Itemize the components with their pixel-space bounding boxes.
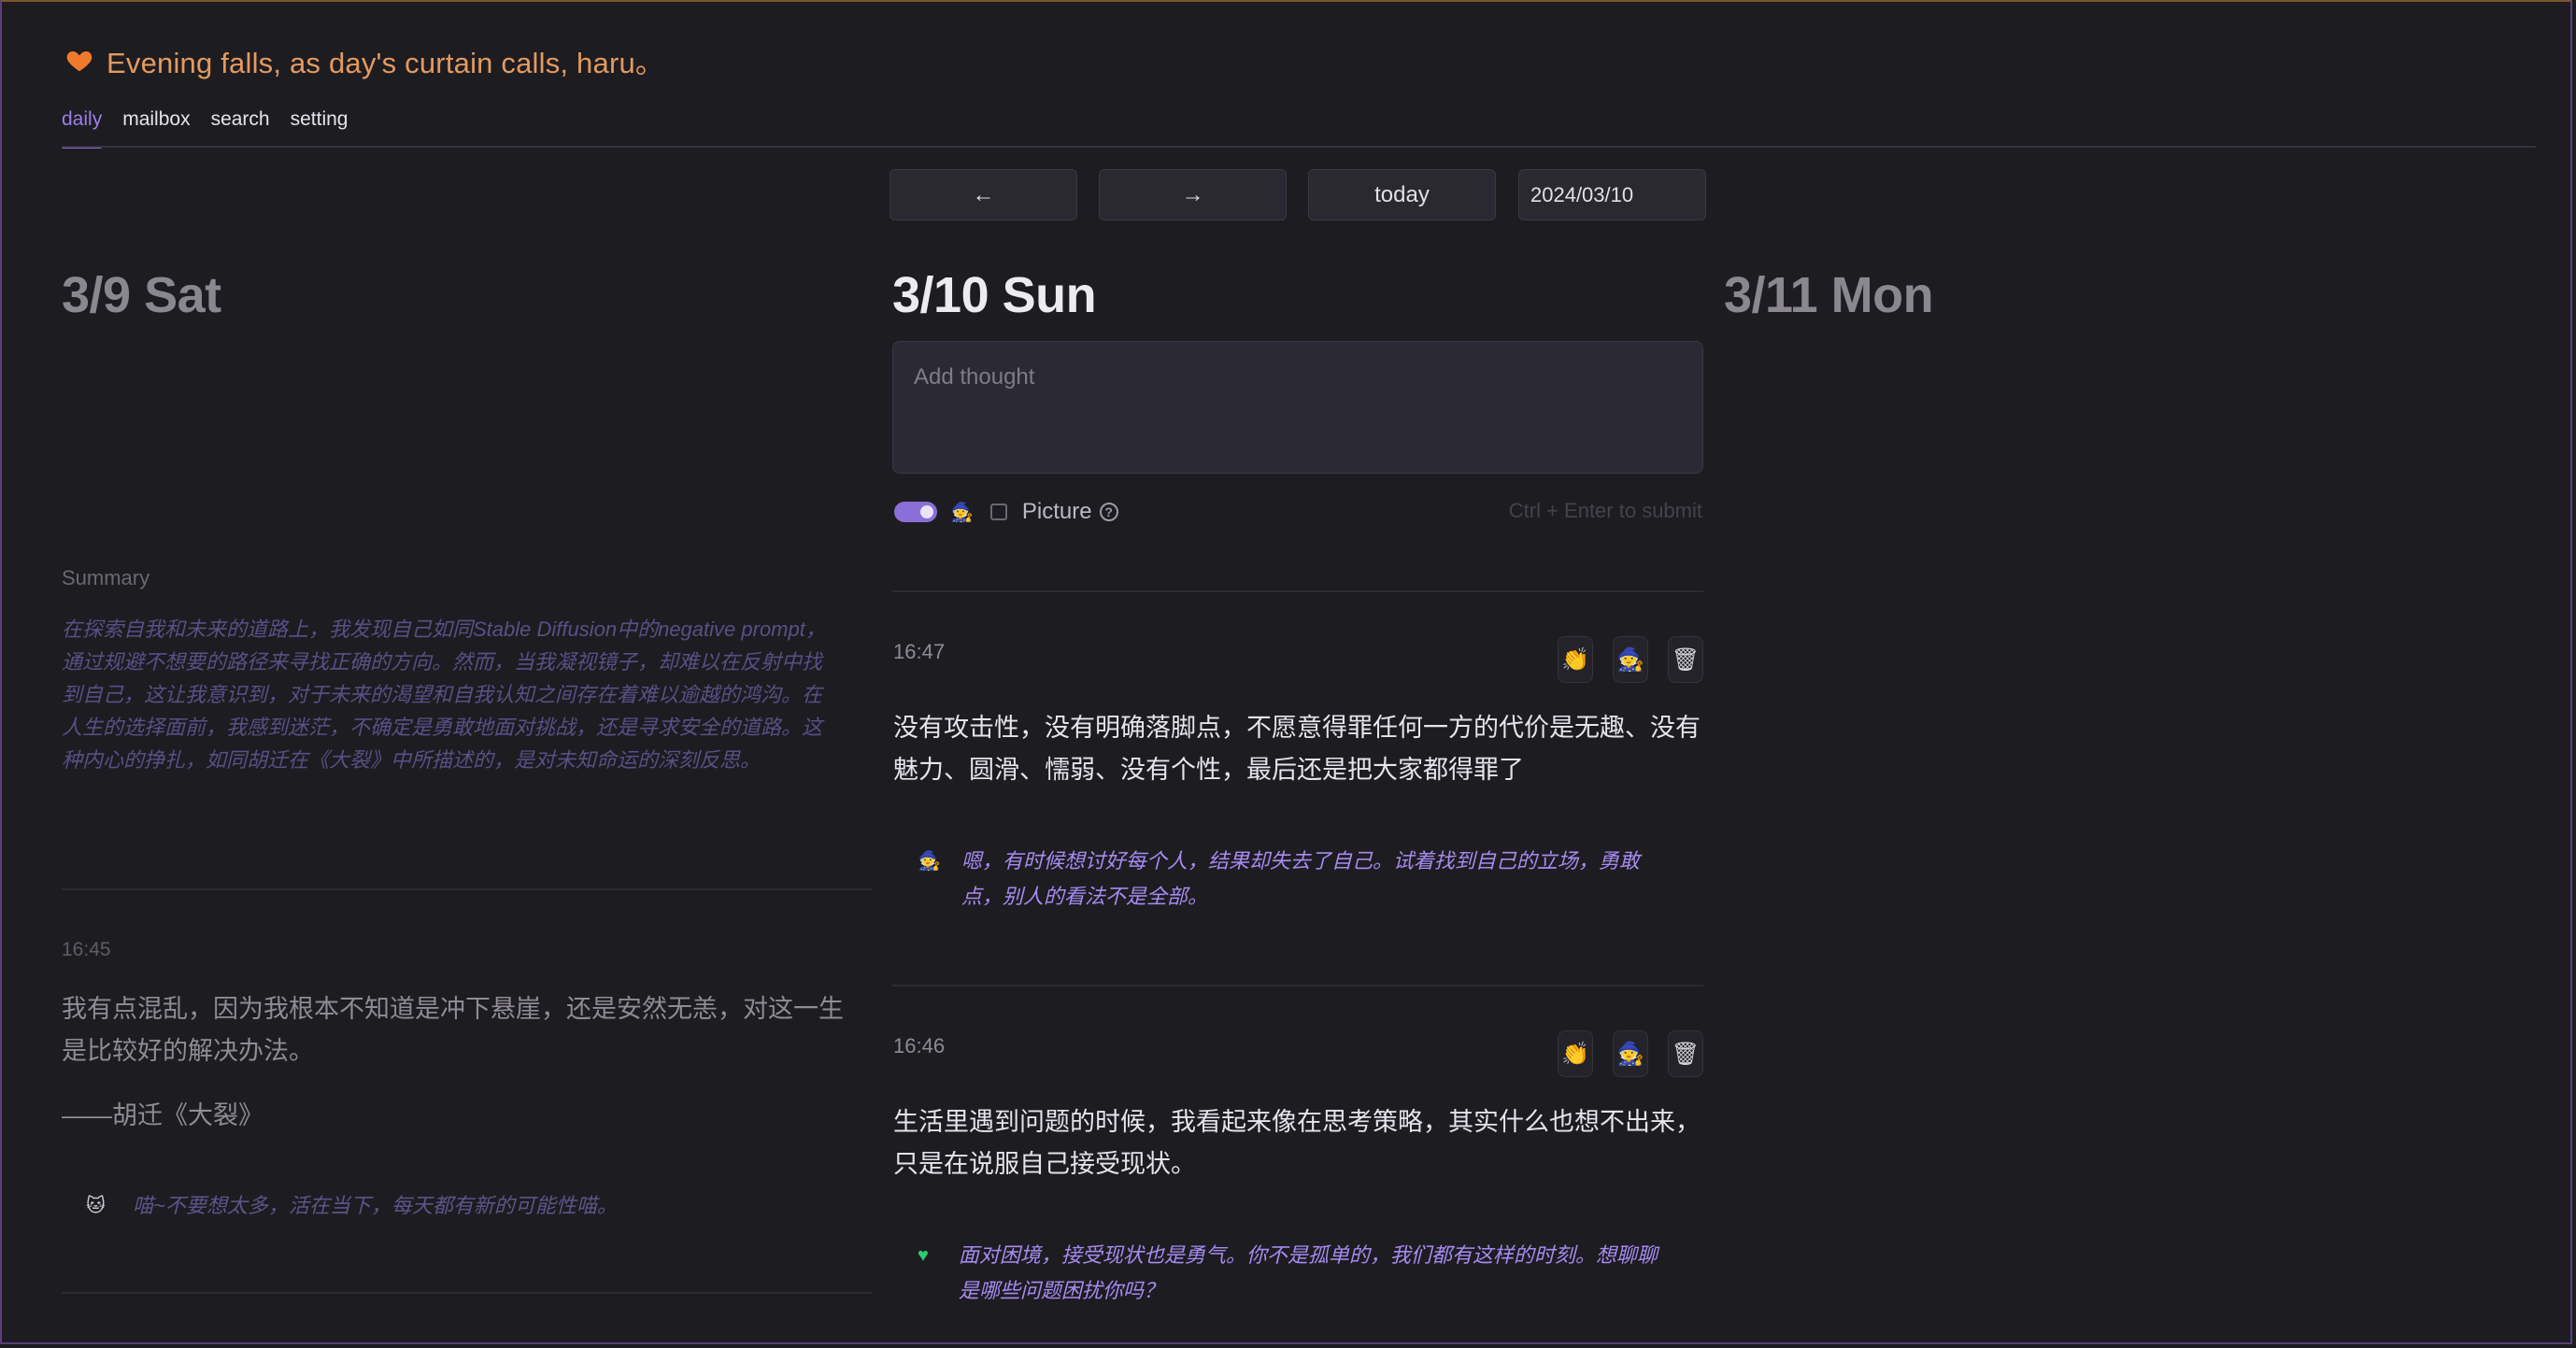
entry-time: 16:45 xyxy=(62,939,111,960)
greeting-text: Evening falls, as day's curtain calls, h… xyxy=(107,47,665,79)
main-tabs: daily mailbox search setting xyxy=(62,103,368,149)
trash-icon: 🗑 xyxy=(1671,646,1701,673)
wizard-icon: 🧙 xyxy=(1616,646,1644,673)
ai-reply: 🐱 喵~不要想太多，活在当下，每天都有新的可能性喵。 xyxy=(86,1188,618,1224)
picture-checkbox[interactable] xyxy=(989,504,1007,520)
reply-text: 嗯，有时候想讨好每个人，结果却失去了自己。试着找到自己的立场，勇敢点，别人的看法… xyxy=(961,849,1640,908)
wizard-icon: 🧙 xyxy=(1616,1041,1644,1067)
delete-button[interactable]: 🗑 xyxy=(1668,636,1703,683)
delete-button[interactable]: 🗑 xyxy=(1668,1030,1703,1077)
divider xyxy=(62,1292,873,1294)
wizard-icon: 🧙 xyxy=(918,851,941,872)
picture-label: Picture xyxy=(1021,499,1092,524)
thought-input[interactable]: Add thought xyxy=(892,341,1703,474)
divider xyxy=(892,985,1703,986)
prev-day-title: 3/9 Sat xyxy=(62,267,221,323)
entry-time: 16:46 xyxy=(893,1034,946,1057)
reply-text: 面对困境，接受现状也是勇气。你不是孤单的，我们都有这样的时刻。想聊聊是哪些问题困… xyxy=(958,1243,1658,1302)
tab-daily[interactable]: daily xyxy=(62,103,103,149)
clap-icon: 👏 xyxy=(1561,1041,1589,1067)
next-day-button[interactable]: → xyxy=(1099,169,1287,220)
wizard-icon[interactable]: 🧙 xyxy=(950,501,974,524)
input-toolbar: 🧙 Picture ? xyxy=(894,496,1118,528)
today-button[interactable]: today xyxy=(1308,169,1496,220)
prev-day-button[interactable]: ← xyxy=(890,169,1077,220)
summary-text: 在探索自我和未来的道路上，我发现自己如同Stable Diffusion中的ne… xyxy=(62,617,826,772)
ai-reply-toggle[interactable] xyxy=(894,502,937,522)
submit-hint: Ctrl + Enter to submit xyxy=(1508,499,1702,522)
divider xyxy=(62,888,873,890)
entry-text: 我有点混乱，因为我根本不知道是冲下悬崖，还是安然无恙，对这一生是比较好的解决办法… xyxy=(62,995,844,1065)
current-day-title: 3/10 Sun xyxy=(892,267,1097,323)
help-icon[interactable]: ? xyxy=(1099,503,1118,521)
divider xyxy=(892,590,1703,592)
tab-setting[interactable]: setting xyxy=(291,103,349,146)
clap-button[interactable]: 👏 xyxy=(1558,1030,1593,1077)
ai-reply: ♥ 面对困境，接受现状也是勇气。你不是孤单的，我们都有这样的时刻。想聊聊是哪些问… xyxy=(918,1238,1665,1309)
tab-search[interactable]: search xyxy=(211,103,270,146)
clap-icon: 👏 xyxy=(1561,646,1589,673)
tab-mailbox[interactable]: mailbox xyxy=(122,103,190,146)
app-header: Evening falls, as day's curtain calls, h… xyxy=(65,39,664,81)
entry-time: 16:47 xyxy=(893,640,946,663)
entry-quote: ——胡迁《大裂》 xyxy=(62,1101,263,1129)
reply-text: 喵~不要想太多，活在当下，每天都有新的可能性喵。 xyxy=(133,1194,618,1217)
ai-reply-button[interactable]: 🧙 xyxy=(1613,1030,1648,1077)
heart-icon xyxy=(66,50,93,71)
entry-text: 生活里遇到问题的时候，我看起来像在思考策略，其实什么也想不出来，只是在说服自己接… xyxy=(893,1108,1701,1178)
ai-reply: 🧙 嗯，有时候想讨好每个人，结果却失去了自己。试着找到自己的立场，勇敢点，别人的… xyxy=(918,844,1665,915)
cat-icon: 🐱 xyxy=(86,1196,106,1216)
entry-text: 没有攻击性，没有明确落脚点，不愿意得罪任何一方的代价是无趣、没有魅力、圆滑、懦弱… xyxy=(893,714,1701,784)
summary-label: Summary xyxy=(62,566,150,589)
clap-button[interactable]: 👏 xyxy=(1558,636,1593,683)
trash-icon: 🗑 xyxy=(1671,1041,1701,1067)
green-heart-icon: ♥ xyxy=(918,1245,929,1266)
tabs-divider xyxy=(62,146,2536,148)
ai-reply-button[interactable]: 🧙 xyxy=(1613,636,1648,683)
next-day-title: 3/11 Mon xyxy=(1724,267,1934,323)
date-picker-input[interactable]: 2024/03/10 xyxy=(1518,169,1706,220)
